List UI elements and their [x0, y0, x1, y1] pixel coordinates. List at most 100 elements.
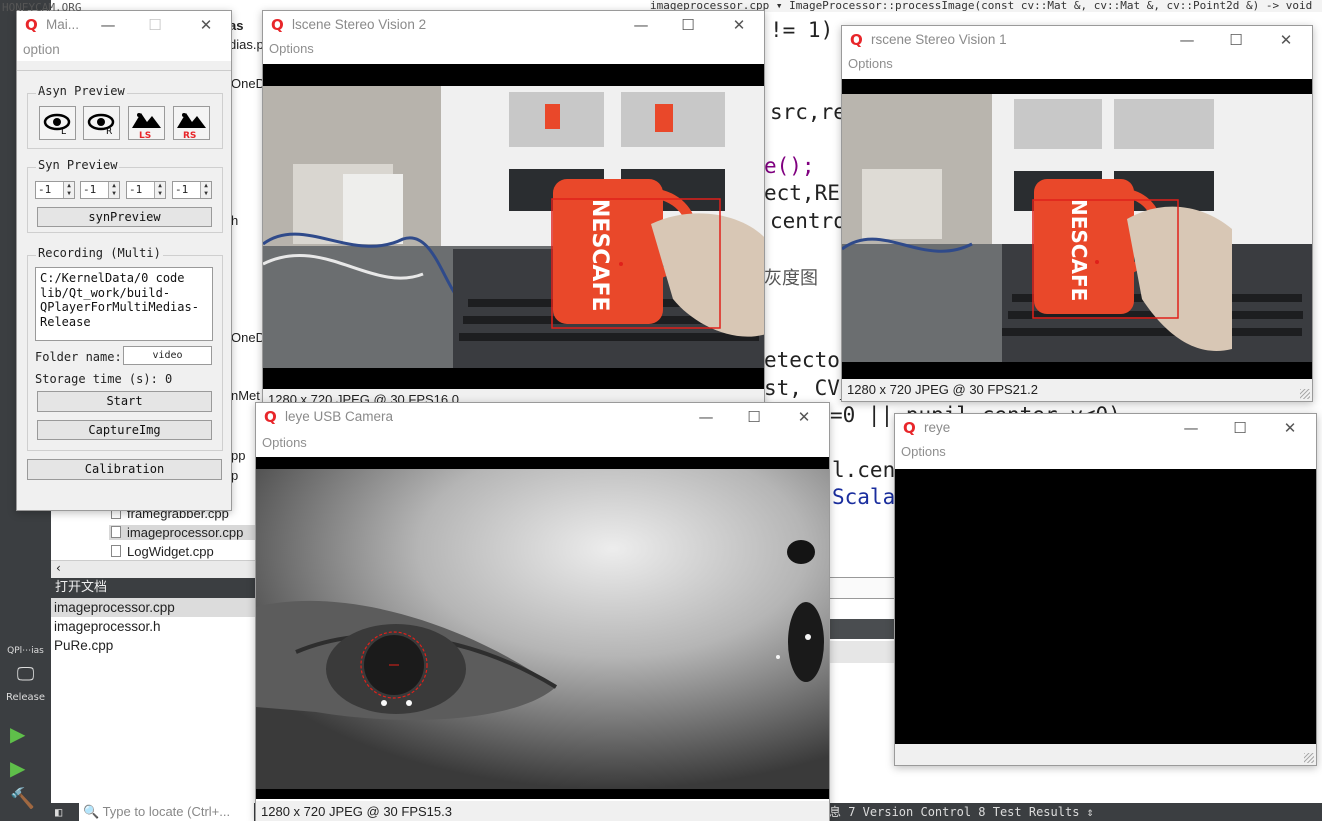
maximize-icon[interactable]: ☐: [132, 14, 178, 36]
toggle-sidebar-icon[interactable]: ◧: [55, 803, 62, 821]
menu-options[interactable]: Options: [269, 41, 314, 56]
output-pane-strip: [830, 641, 896, 663]
minimize-icon[interactable]: —: [1164, 29, 1210, 51]
menu-option[interactable]: option: [23, 42, 60, 57]
run-icon[interactable]: ▶: [10, 722, 25, 746]
reye-titlebar[interactable]: Q reye — ☐ ✕: [895, 414, 1316, 442]
lscene-titlebar[interactable]: Q lscene Stereo Vision 2 — ☐ ✕: [263, 11, 764, 39]
right-eye-preview-button[interactable]: R: [83, 106, 120, 140]
resize-grip[interactable]: [1304, 753, 1314, 763]
leye-window: Q leye USB Camera — ☐ ✕ Options 1280 x 7…: [255, 402, 830, 821]
code-fragment: Scala: [832, 485, 896, 509]
output-pane-tabs[interactable]: 息 7 Version Control 8 Test Results ⇕: [829, 803, 1094, 821]
tree-horizontal-scrollbar[interactable]: ‹: [51, 560, 256, 578]
leye-titlebar[interactable]: Q leye USB Camera — ☐ ✕: [256, 403, 829, 431]
window-title: reye: [924, 420, 951, 435]
eye-right-icon: R: [87, 113, 115, 137]
output-pane-bar: [830, 619, 896, 639]
calibration-button[interactable]: Calibration: [27, 459, 222, 480]
scene-view-image: NESCAFE: [842, 94, 1312, 362]
window-title: rscene Stereo Vision 1: [871, 32, 1007, 47]
open-doc-item[interactable]: imageprocessor.cpp: [51, 598, 256, 617]
minimize-icon[interactable]: —: [618, 14, 664, 36]
start-button[interactable]: Start: [37, 391, 212, 412]
tree-file[interactable]: LogWidget.cpp: [111, 544, 214, 559]
svg-text:R: R: [106, 127, 112, 137]
spin-arrows-icon[interactable]: ▲ ▼: [154, 182, 165, 198]
close-icon[interactable]: ✕: [183, 14, 229, 36]
right-scene-preview-button[interactable]: RS: [173, 106, 210, 141]
tree-fragment: OneD: [231, 76, 265, 91]
monitor-icon[interactable]: 🖵: [0, 664, 51, 685]
maximize-icon[interactable]: ☐: [731, 406, 777, 428]
main-window: Q Mai... — ☐ ✕ option Asyn Preview L R L…: [16, 10, 232, 511]
close-icon[interactable]: ✕: [1263, 29, 1309, 51]
file-icon: [111, 545, 121, 557]
left-scene-preview-button[interactable]: LS: [128, 106, 165, 141]
folder-name-input[interactable]: video: [123, 346, 212, 365]
close-icon[interactable]: ✕: [1267, 417, 1313, 439]
locator-input[interactable]: 🔍 Type to locate (Ctrl+...: [79, 803, 254, 821]
minimize-icon[interactable]: —: [85, 14, 131, 36]
close-icon[interactable]: ✕: [716, 14, 762, 36]
syn-spinbox-3[interactable]: -1 ▲ ▼: [126, 181, 166, 199]
lscene-menubar: Options: [263, 39, 764, 61]
qt-app-icon: Q: [271, 16, 284, 34]
group-title: Syn Preview: [36, 158, 120, 172]
right-scene-icon: RS: [177, 113, 206, 141]
maximize-icon[interactable]: ☐: [1213, 29, 1259, 51]
tree-file-selected[interactable]: imageprocessor.cpp: [109, 525, 256, 540]
recording-path-text[interactable]: C:/KernelData/0 code lib/Qt_work/build- …: [35, 267, 213, 341]
left-eye-preview-button[interactable]: L: [39, 106, 76, 140]
eye-view-image: [256, 469, 829, 789]
tree-fragment: dias.p: [229, 37, 264, 52]
open-doc-item[interactable]: PuRe.cpp: [51, 636, 256, 655]
syn-spinbox-2[interactable]: -1 ▲ ▼: [80, 181, 120, 199]
menu-divider: [17, 70, 231, 71]
capture-img-button[interactable]: CaptureImg: [37, 420, 212, 440]
tree-fragment: h: [231, 213, 239, 228]
spin-arrows-icon[interactable]: ▲ ▼: [108, 182, 119, 198]
code-fragment: st, CV_: [764, 376, 853, 400]
code-fragment: e();: [764, 154, 815, 178]
resize-grip[interactable]: [1300, 389, 1310, 399]
maximize-icon[interactable]: ☐: [665, 14, 711, 36]
debug-run-icon[interactable]: ▶: [10, 756, 25, 780]
syn-spinbox-1[interactable]: -1 ▲ ▼: [35, 181, 75, 199]
build-hammer-icon[interactable]: 🔨: [10, 786, 35, 810]
main-window-titlebar[interactable]: Q Mai... — ☐ ✕: [17, 11, 231, 39]
spin-arrows-icon[interactable]: ▲ ▼: [63, 182, 74, 198]
scroll-left-icon[interactable]: ‹: [56, 561, 61, 575]
rscene-video-frame: NESCAFE: [842, 79, 1312, 379]
spin-arrows-icon[interactable]: ▲ ▼: [200, 182, 211, 198]
rscene-titlebar[interactable]: Q rscene Stereo Vision 1 — ☐ ✕: [842, 26, 1312, 54]
storage-time-label: Storage time (s): 0: [35, 372, 173, 386]
menu-options[interactable]: Options: [901, 444, 946, 459]
svg-text:NESCAFE: NESCAFE: [1067, 199, 1091, 301]
syn-spinbox-4[interactable]: -1 ▲ ▼: [172, 181, 212, 199]
window-title: leye USB Camera: [285, 409, 394, 424]
code-fragment: l.cen: [832, 458, 896, 482]
maximize-icon[interactable]: ☐: [1217, 417, 1263, 439]
svg-text:RS: RS: [183, 131, 196, 139]
menu-options[interactable]: Options: [848, 56, 893, 71]
tree-fragment: nMet: [231, 388, 260, 403]
minimize-icon[interactable]: —: [1168, 417, 1214, 439]
lscene-window: Q lscene Stereo Vision 2 — ☐ ✕ Options N…: [262, 10, 765, 408]
svg-text:LS: LS: [139, 131, 151, 139]
leye-status: 1280 x 720 JPEG @ 30 FPS15.3: [256, 801, 829, 821]
code-fragment: etecto: [764, 348, 840, 372]
qt-app-icon: Q: [25, 16, 38, 34]
reye-window: Q reye — ☐ ✕ Options: [894, 413, 1317, 766]
scene-view-image: NESCAFE: [263, 86, 764, 368]
tree-fragment: p: [231, 468, 239, 483]
syn-preview-button[interactable]: synPreview: [37, 207, 212, 227]
menu-options[interactable]: Options: [262, 435, 307, 450]
minimize-icon[interactable]: —: [683, 406, 729, 428]
close-icon[interactable]: ✕: [781, 406, 827, 428]
code-fragment: != 1): [770, 18, 834, 42]
rscene-window: Q rscene Stereo Vision 1 — ☐ ✕ Options N: [841, 25, 1313, 402]
reye-status-strip: [895, 744, 1316, 765]
reye-video-frame: [895, 469, 1316, 744]
open-doc-item[interactable]: imageprocessor.h: [51, 617, 256, 636]
